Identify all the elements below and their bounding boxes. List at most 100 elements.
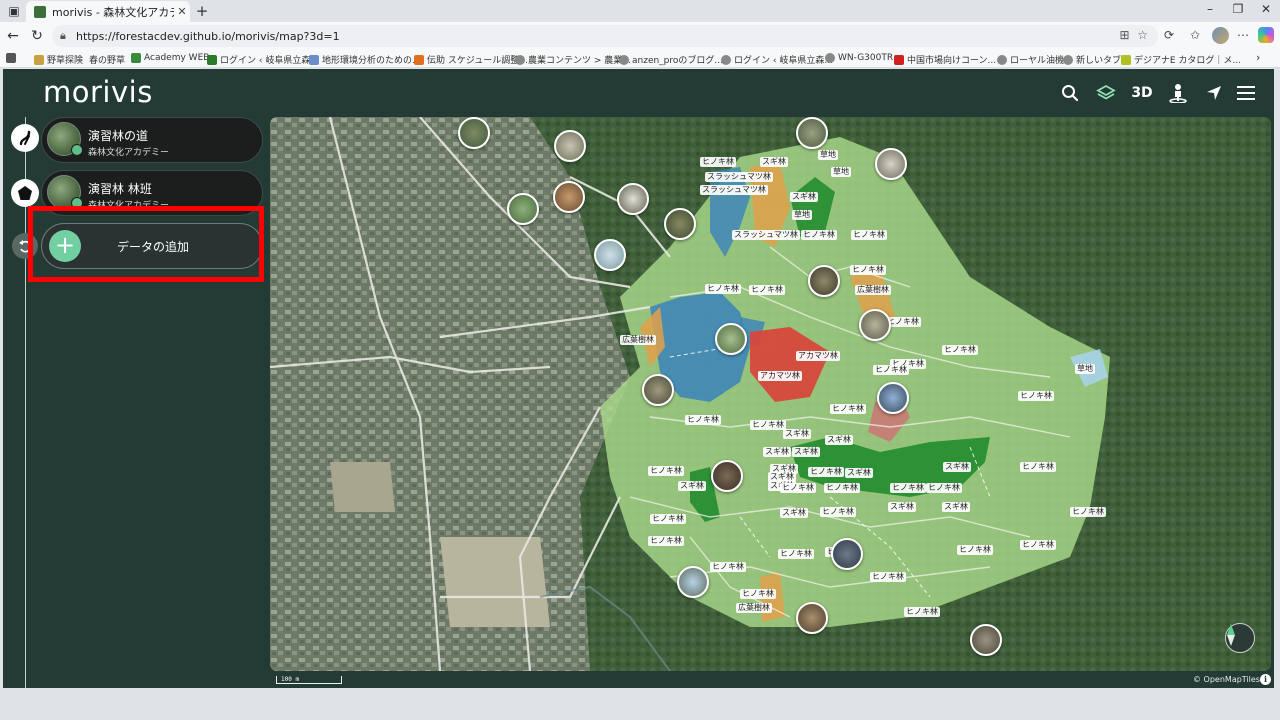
stand-label: ヒノキ林 bbox=[700, 157, 736, 167]
photo-pin[interactable] bbox=[808, 265, 840, 297]
stand-label: ヒノキ林 bbox=[778, 549, 814, 559]
layers-icon[interactable] bbox=[1093, 81, 1119, 105]
search-icon[interactable] bbox=[1057, 81, 1083, 105]
bookmark-item[interactable]: WN-G300TR bbox=[825, 53, 893, 63]
bookmark-item[interactable]: Academy WEB bbox=[131, 53, 209, 63]
photo-pin[interactable] bbox=[796, 602, 828, 634]
stand-label: スギ林 bbox=[790, 192, 818, 202]
lock-icon: 🔒︎ bbox=[60, 29, 66, 42]
stand-label: スラッシュマツ林 bbox=[732, 230, 800, 240]
pentagon-icon[interactable] bbox=[11, 179, 39, 207]
header-toolbar: 3D bbox=[1057, 81, 1257, 105]
photo-pin[interactable] bbox=[796, 117, 828, 149]
photo-pin[interactable] bbox=[877, 382, 909, 414]
person-icon[interactable] bbox=[1165, 81, 1191, 105]
bookmark-item[interactable]: 伝助 スケジュール調整... bbox=[414, 53, 528, 66]
photo-pin[interactable] bbox=[507, 193, 539, 225]
stand-label: 草地 bbox=[818, 150, 838, 160]
bookmark-item[interactable]: ローヤル油機 bbox=[997, 53, 1064, 66]
more-icon[interactable]: ⋯ bbox=[1234, 28, 1252, 42]
bookmark-item[interactable]: 地形環境分析のための... bbox=[309, 53, 421, 66]
minimize-icon[interactable]: – bbox=[1200, 2, 1220, 16]
stand-label: ヒノキ林 bbox=[648, 536, 684, 546]
new-tab-icon[interactable]: + bbox=[194, 3, 210, 19]
stand-label: アカマツ林 bbox=[796, 351, 840, 361]
morivis-app: morivis 3D 演習林の道 森林文化アカデミー 演習林 林班 森林文化アカ… bbox=[3, 69, 1274, 688]
photo-pin[interactable] bbox=[677, 566, 709, 598]
stand-label: スラッシュマツ林 bbox=[705, 172, 773, 182]
browser-toolbar: ← ↻ 🔒︎ https://forestacdev.github.io/mor… bbox=[0, 22, 1280, 50]
bookmark-item[interactable]: 農業コンテンツ > 農業... bbox=[515, 53, 631, 66]
photo-pin[interactable] bbox=[831, 538, 863, 570]
photo-pin[interactable] bbox=[553, 181, 585, 213]
info-icon[interactable]: i bbox=[1260, 674, 1271, 685]
photo-pin[interactable] bbox=[664, 208, 696, 240]
stand-label: スギ林 bbox=[942, 502, 970, 512]
stand-label: ヒノキ林 bbox=[1020, 540, 1056, 550]
address-bar-actions[interactable]: ⊞ ☆ bbox=[1120, 28, 1148, 42]
photo-pin[interactable] bbox=[642, 374, 674, 406]
layer-subtitle: 森林文化アカデミー bbox=[88, 148, 170, 158]
compass-icon[interactable] bbox=[1225, 623, 1255, 653]
reload-icon[interactable]: ↻ bbox=[28, 28, 46, 44]
3d-toggle[interactable]: 3D bbox=[1129, 81, 1155, 105]
stand-label: スラッシュマツ林 bbox=[700, 185, 768, 195]
browser-tabbar: ▣ morivis - 森林文化アカデミー演習林 ✕ + – ❐ ✕ bbox=[0, 0, 1280, 22]
sidebar-toggle-icon[interactable]: ▣ bbox=[6, 3, 22, 19]
photo-pin[interactable] bbox=[594, 239, 626, 271]
maximize-icon[interactable]: ❐ bbox=[1228, 2, 1248, 16]
tab-favicon-icon bbox=[34, 5, 46, 18]
photo-pin[interactable] bbox=[875, 148, 907, 180]
layer-title: 演習林の道 bbox=[88, 129, 149, 143]
stand-label: ヒノキ林 bbox=[850, 265, 886, 275]
extensions-icon[interactable]: ⟳ bbox=[1160, 28, 1178, 42]
stand-label: ヒノキ林 bbox=[1070, 507, 1106, 517]
bookmark-item[interactable]: ログイン ‹ 岐阜県立森... bbox=[721, 53, 833, 66]
stand-label: スギ林 bbox=[792, 447, 820, 457]
stand-label: ヒノキ林 bbox=[890, 483, 926, 493]
address-bar[interactable]: 🔒︎ https://forestacdev.github.io/morivis… bbox=[52, 25, 1158, 47]
map-attribution[interactable]: © OpenMapTiles bbox=[1193, 675, 1260, 684]
photo-pin[interactable] bbox=[554, 130, 586, 162]
location-arrow-icon[interactable] bbox=[1201, 81, 1227, 105]
photo-pin[interactable] bbox=[617, 183, 649, 215]
map-canvas[interactable]: ヒノキ林 スギ林 スラッシュマツ林 スラッシュマツ林 草地 草地 スギ林 草地 … bbox=[270, 117, 1271, 671]
copilot-icon[interactable] bbox=[1258, 27, 1274, 43]
photo-pin[interactable] bbox=[711, 460, 743, 492]
photo-pin[interactable] bbox=[715, 323, 747, 355]
stand-label: 広葉樹林 bbox=[620, 335, 656, 345]
stand-label: スギ林 bbox=[678, 481, 706, 491]
bookmarks-overflow-icon[interactable]: › bbox=[1256, 51, 1260, 64]
bookmark-item[interactable]: anzen_proのブログ... bbox=[619, 53, 723, 66]
photo-pin[interactable] bbox=[458, 117, 490, 149]
stand-label: スギ林 bbox=[763, 447, 791, 457]
stand-label: ヒノキ林 bbox=[870, 572, 906, 582]
browser-tab[interactable]: morivis - 森林文化アカデミー演習林 ✕ bbox=[26, 1, 190, 22]
close-window-icon[interactable]: ✕ bbox=[1256, 2, 1276, 16]
stand-label: ヒノキ林 bbox=[1020, 462, 1056, 472]
favorites-icon[interactable]: ✩ bbox=[1186, 28, 1204, 42]
menu-icon[interactable] bbox=[1233, 81, 1259, 105]
stand-label: ヒノキ林 bbox=[705, 284, 741, 294]
stand-label: スギ林 bbox=[780, 508, 808, 518]
stand-label: ヒノキ林 bbox=[780, 483, 816, 493]
tab-close-icon[interactable]: ✕ bbox=[174, 5, 190, 18]
back-icon[interactable]: ← bbox=[4, 28, 22, 44]
stand-label: ヒノキ林 bbox=[957, 545, 993, 555]
bookmark-item[interactable]: 新しいタブ bbox=[1063, 53, 1121, 66]
route-icon[interactable] bbox=[11, 124, 39, 152]
bookmark-item[interactable]: 春の野草 bbox=[89, 53, 125, 66]
stand-label: ヒノキ林 bbox=[710, 562, 746, 572]
photo-pin[interactable] bbox=[859, 309, 891, 341]
layer-card-roads[interactable]: 演習林の道 森林文化アカデミー bbox=[41, 117, 263, 163]
bookmark-item[interactable]: デジアナE カタログ｜メ... bbox=[1121, 53, 1241, 66]
bookmark-item[interactable]: 野草探険 bbox=[34, 53, 83, 66]
stand-label: スギ林 bbox=[783, 429, 811, 439]
map-base-layer bbox=[270, 117, 1271, 671]
bookmarks-app-icon[interactable] bbox=[6, 53, 19, 63]
photo-pin[interactable] bbox=[970, 624, 1002, 656]
annotation-highlight-box bbox=[28, 206, 264, 282]
bookmark-item[interactable]: 中国市場向けコーン... bbox=[894, 53, 996, 66]
bookmark-item[interactable]: ログイン ‹ 岐阜県立森... bbox=[207, 53, 319, 66]
profile-avatar[interactable] bbox=[1212, 27, 1229, 44]
